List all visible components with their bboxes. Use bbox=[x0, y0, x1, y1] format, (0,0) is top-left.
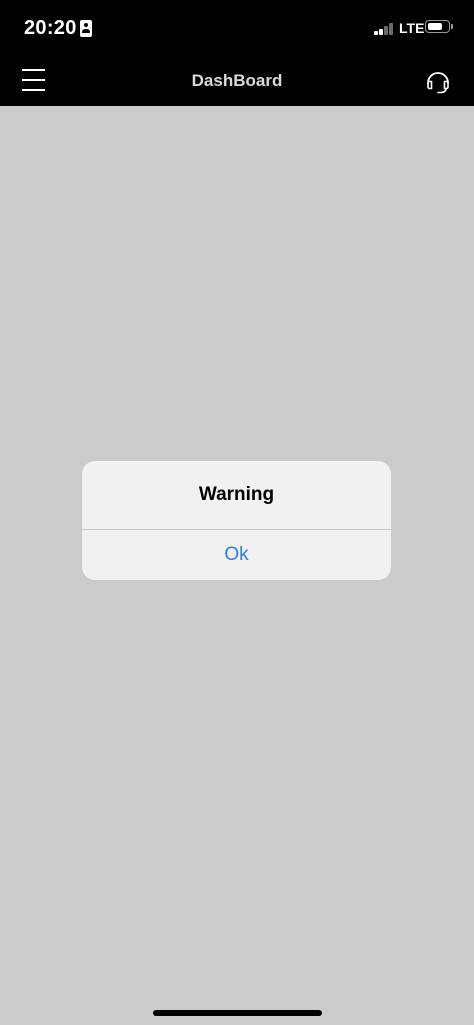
headset-support-icon[interactable] bbox=[424, 67, 452, 95]
battery-fill bbox=[428, 23, 442, 30]
contact-card-icon bbox=[80, 20, 92, 37]
battery-icon bbox=[425, 20, 450, 33]
signal-bar bbox=[389, 23, 393, 35]
dashboard-screen: 20:20 LTE DashBoard Warning Ok bbox=[0, 0, 474, 1025]
battery-cap bbox=[451, 24, 453, 29]
signal-bar bbox=[379, 28, 383, 35]
signal-bar bbox=[374, 31, 378, 35]
signal-bar bbox=[384, 26, 388, 35]
ok-button[interactable]: Ok bbox=[82, 530, 391, 580]
home-indicator[interactable] bbox=[153, 1010, 322, 1016]
warning-alert-dialog: Warning Ok bbox=[82, 461, 391, 580]
signal-icon bbox=[374, 22, 394, 35]
status-time: 20:20 bbox=[24, 17, 77, 39]
network-type-label: LTE bbox=[399, 20, 425, 36]
page-title: DashBoard bbox=[191, 71, 283, 90]
top-bar: 20:20 LTE DashBoard bbox=[0, 0, 474, 106]
alert-title: Warning bbox=[198, 484, 275, 505]
